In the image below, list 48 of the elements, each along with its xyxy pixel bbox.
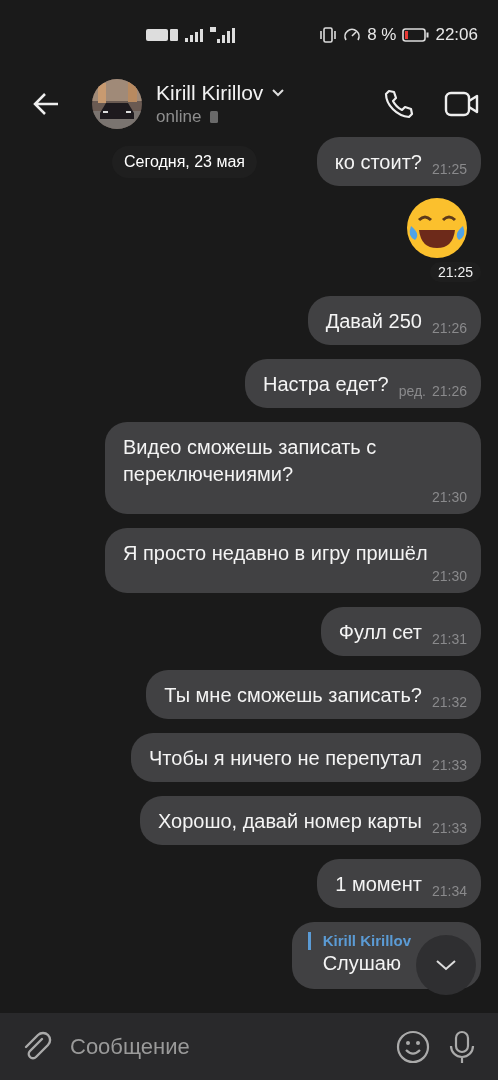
message-time: 21:33 (431, 819, 467, 837)
message-bubble[interactable]: Видео сможешь записать с переключениями? 21:30 (105, 422, 481, 514)
message-bubble[interactable]: Я просто недавно в игру пришёл 21:30 (105, 528, 481, 593)
laughing-emoji-icon (405, 196, 469, 260)
message-time: 21:33 (431, 756, 467, 774)
signal-icon (184, 28, 204, 42)
message-bubble[interactable]: ко стоит? 21:25 (316, 137, 481, 186)
message-time: 21:26 (431, 319, 467, 337)
message-time: 21:25 (431, 160, 467, 178)
message-time: 21:32 (431, 693, 467, 711)
message-text: Давай 250 (325, 309, 422, 334)
edited-mark: ред. (398, 382, 426, 400)
message-text: Хорошо, давай номер карты (157, 809, 422, 834)
chevron-down-icon (435, 959, 457, 971)
message-text: Я просто недавно в игру пришёл (123, 541, 429, 566)
vibrate-icon (319, 27, 338, 43)
message-time: 21:30 (431, 567, 467, 585)
clock-time: 22:06 (435, 25, 478, 45)
message-text: Настра едет? (263, 372, 389, 397)
message-text: Видео сможешь записать с переключениями? (123, 435, 378, 487)
message-text: ко стоит? (334, 150, 422, 175)
message-bubble[interactable]: Давай 250 21:26 (307, 296, 481, 345)
message-bubble[interactable]: 1 момент 21:34 (317, 859, 481, 908)
message-text: Чтобы я ничего не перепутал (149, 746, 422, 771)
message-text: 1 момент (335, 872, 422, 897)
message-text: Слушаю (321, 951, 401, 976)
message-bubble[interactable]: Настра едет? ред. 21:26 (245, 359, 481, 408)
contact-name[interactable]: Kirill Kirillov (156, 80, 264, 105)
message-bubble[interactable]: Фулл сет 21:31 (320, 607, 481, 656)
message-time: 21:31 (431, 630, 467, 648)
message-composer[interactable]: Сообщение (0, 1013, 498, 1080)
battery-percent: 8 % (367, 25, 397, 45)
date-pill: Сегодня, 23 мая (112, 146, 257, 178)
message-time: 21:25 (429, 262, 481, 282)
chevron-down-icon[interactable] (271, 87, 286, 98)
online-status: online (156, 106, 202, 127)
quote-author: Kirill Kirillov (322, 932, 411, 949)
signal-4g-icon (210, 27, 236, 43)
message-time: 21:26 (431, 382, 467, 400)
message-bubble[interactable]: Чтобы я ничего не перепутал 21:33 (131, 733, 481, 782)
message-time: 21:30 (431, 488, 467, 506)
message-time: 21:34 (431, 882, 467, 900)
message-text: Ты мне сможешь записать? (164, 683, 422, 708)
message-bubble[interactable]: Хорошо, давай номер карты 21:33 (139, 796, 481, 845)
message-text: Фулл сет (338, 620, 422, 645)
message-bubble[interactable]: Ты мне сможешь записать? 21:32 (146, 670, 481, 719)
phone-device-icon (209, 109, 220, 124)
battery-icon (402, 28, 430, 42)
